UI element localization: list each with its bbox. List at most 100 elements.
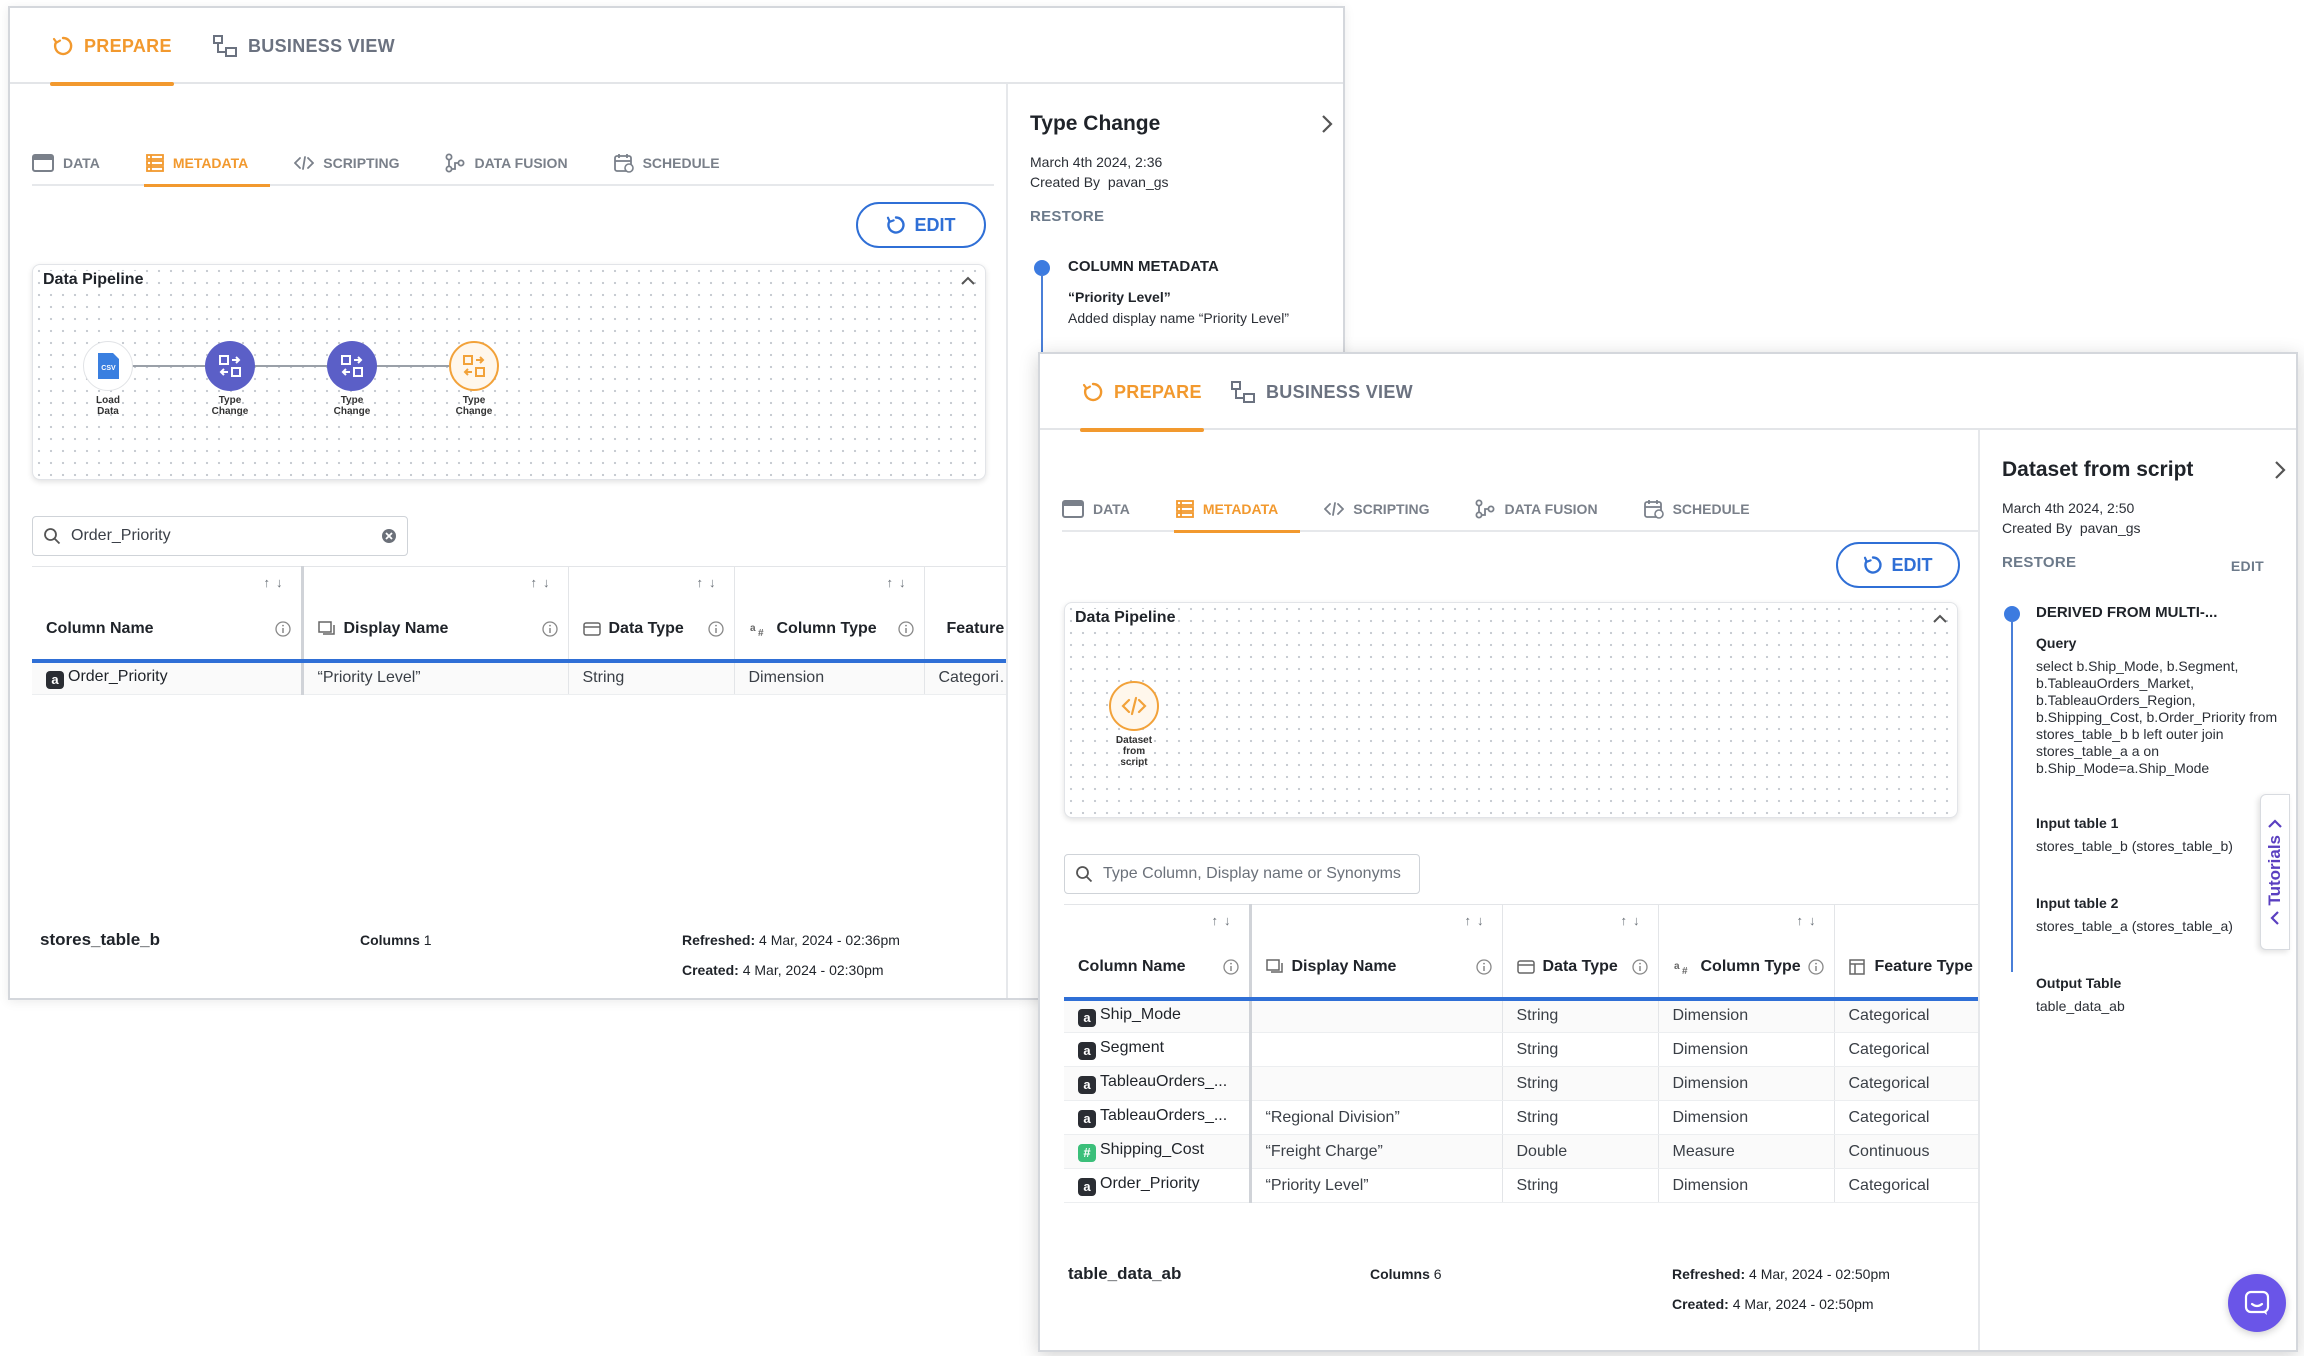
sort-arrows-icon[interactable] [924, 566, 1016, 599]
tutorials-tab[interactable]: Tutorials [2260, 794, 2290, 950]
cell-feature-type[interactable]: Categorical [1834, 1066, 1980, 1101]
pipeline-node-type-change[interactable]: Type Change [327, 341, 377, 417]
info-icon[interactable] [274, 620, 291, 637]
cell-display-name[interactable] [1250, 1032, 1503, 1067]
cell-feature-type[interactable]: Categorical [1834, 1168, 1980, 1203]
history-edit-button[interactable]: EDIT [2231, 558, 2264, 574]
search-input[interactable]: Order_Priority [71, 527, 371, 545]
column-search-box[interactable]: Type Column, Display name or Synonyms [1064, 854, 1420, 894]
table-row[interactable]: a TableauOrders_... “Regional Division” S… [1064, 1100, 1980, 1135]
cell-data-type[interactable]: String [1502, 1066, 1659, 1101]
header-display-name[interactable]: Display Name [1250, 936, 1503, 1001]
sort-arrows-icon[interactable]: ↑↓ [1064, 904, 1252, 937]
header-feature-type[interactable]: Feature Type [1834, 936, 1980, 1001]
cell-column-type[interactable]: Dimension [1658, 1066, 1835, 1101]
chevron-right-icon[interactable] [2274, 460, 2286, 486]
sort-arrows-icon[interactable]: ↑↓ [302, 566, 569, 599]
header-data-type[interactable]: Data Type [568, 598, 735, 663]
cell-data-type[interactable]: String [1502, 998, 1659, 1033]
header-data-type[interactable]: Data Type [1502, 936, 1659, 1001]
header-column-name[interactable]: Column Name [32, 598, 304, 663]
sort-arrows-icon[interactable]: ↑↓ [1502, 904, 1659, 937]
sort-arrows-icon[interactable]: ↑↓ [1834, 904, 1980, 937]
tutorials-label: Tutorials [2265, 834, 2284, 906]
tab-business-view[interactable]: BUSINESS VIEW [1230, 354, 1413, 430]
info-icon[interactable] [707, 620, 724, 637]
cell-data-type[interactable]: String [1502, 1168, 1659, 1203]
cell-display-name[interactable]: “Priority Level” [1250, 1168, 1503, 1203]
sort-arrows-icon[interactable]: ↑↓ [32, 566, 304, 599]
cell-column-type[interactable]: Dimension [1658, 1168, 1835, 1203]
sort-arrows-icon[interactable]: ↑↓ [1250, 904, 1503, 937]
info-icon[interactable] [1807, 958, 1824, 975]
cell-feature-type[interactable]: Categorical [1834, 998, 1980, 1033]
restore-button[interactable]: RESTORE [1030, 208, 1104, 225]
pipeline-node-load-data[interactable]: CSV Load Data [83, 341, 133, 417]
subtab-scripting[interactable]: SCRIPTING [1324, 487, 1451, 531]
info-icon[interactable] [1222, 958, 1239, 975]
svg-text:a: a [750, 623, 756, 634]
header-display-name[interactable]: Display Name [302, 598, 569, 663]
sort-arrows-icon[interactable]: ↑↓ [1658, 904, 1835, 937]
header-column-name[interactable]: Column Name [1064, 936, 1252, 1001]
pipeline-node-type-change[interactable]: Type Change [205, 341, 255, 417]
table-row[interactable]: a Order_Priority “Priority Level” String … [1064, 1168, 1980, 1203]
table-row[interactable]: a TableauOrders_... String Dimension Cate… [1064, 1066, 1980, 1101]
cell-data-type[interactable]: String [1502, 1100, 1659, 1135]
cell-data-type[interactable]: String [1502, 1032, 1659, 1067]
info-icon[interactable] [1631, 958, 1648, 975]
subtab-data[interactable]: DATA [1062, 487, 1152, 531]
chevron-up-icon[interactable] [1933, 611, 1947, 627]
chat-support-button[interactable] [2228, 1274, 2286, 1332]
table-row[interactable]: a Segment String Dimension Categorical [1064, 1032, 1980, 1067]
table-row[interactable]: a Ship_Mode String Dimension Categorical [1064, 998, 1980, 1033]
cell-display-name[interactable]: “Priority Level” [302, 660, 569, 695]
edit-button[interactable]: EDIT [856, 202, 986, 248]
cell-data-type[interactable]: Double [1502, 1134, 1659, 1169]
tab-business-view[interactable]: BUSINESS VIEW [212, 8, 395, 84]
tab-prepare[interactable]: PREPARE [1080, 354, 1204, 432]
header-feature-type[interactable]: Feature Type [924, 598, 1016, 663]
cell-column-type[interactable]: Dimension [734, 660, 925, 695]
subtab-metadata[interactable]: METADATA [143, 141, 271, 187]
subtab-schedule[interactable]: SCHEDULE [1643, 487, 1772, 531]
cell-data-type[interactable]: String [568, 660, 735, 695]
pipeline-node-type-change-selected[interactable]: Type Change [449, 341, 499, 417]
sort-arrows-icon[interactable]: ↑↓ [734, 566, 925, 599]
chevron-right-icon[interactable] [1321, 114, 1333, 140]
cell-column-type[interactable]: Measure [1658, 1134, 1835, 1169]
restore-button[interactable]: RESTORE [2002, 554, 2076, 571]
subtab-schedule[interactable]: SCHEDULE [613, 141, 742, 185]
table-row[interactable]: # Shipping_Cost “Freight Charge” Double M… [1064, 1134, 1980, 1169]
edit-button[interactable]: EDIT [1836, 542, 1960, 588]
subtab-metadata[interactable]: METADATA [1173, 487, 1301, 533]
cell-display-name[interactable] [1250, 998, 1503, 1033]
cell-feature-type[interactable]: Categorical [924, 660, 1016, 695]
table-row[interactable]: a Order_Priority “Priority Level” String … [32, 660, 1016, 695]
info-icon[interactable] [541, 620, 558, 637]
cell-feature-type[interactable]: Continuous [1834, 1134, 1980, 1169]
subtab-scripting[interactable]: SCRIPTING [294, 141, 421, 185]
search-input[interactable]: Type Column, Display name or Synonyms [1103, 865, 1409, 883]
cell-column-type[interactable]: Dimension [1658, 1100, 1835, 1135]
cell-display-name[interactable] [1250, 1066, 1503, 1101]
cell-column-type[interactable]: Dimension [1658, 998, 1835, 1033]
info-icon[interactable] [1475, 958, 1492, 975]
info-icon[interactable] [897, 620, 914, 637]
chevron-up-icon[interactable] [961, 273, 975, 289]
pipeline-node-dataset-from-script[interactable]: Dataset from script [1109, 681, 1159, 768]
subtab-data-fusion[interactable]: DATA FUSION [1475, 487, 1619, 531]
sort-arrows-icon[interactable]: ↑↓ [568, 566, 735, 599]
cell-feature-type[interactable]: Categorical [1834, 1032, 1980, 1067]
header-column-type[interactable]: a # Column Type [1658, 936, 1835, 1001]
clear-icon[interactable] [381, 528, 397, 544]
subtab-data[interactable]: DATA [32, 141, 122, 185]
column-search-box[interactable]: Order_Priority [32, 516, 408, 556]
subtab-data-fusion[interactable]: DATA FUSION [445, 141, 589, 185]
header-column-type[interactable]: a # Column Type [734, 598, 925, 663]
tab-prepare[interactable]: PREPARE [50, 8, 174, 86]
cell-feature-type[interactable]: Categorical [1834, 1100, 1980, 1135]
cell-display-name[interactable]: “Regional Division” [1250, 1100, 1503, 1135]
cell-column-type[interactable]: Dimension [1658, 1032, 1835, 1067]
cell-display-name[interactable]: “Freight Charge” [1250, 1134, 1503, 1169]
